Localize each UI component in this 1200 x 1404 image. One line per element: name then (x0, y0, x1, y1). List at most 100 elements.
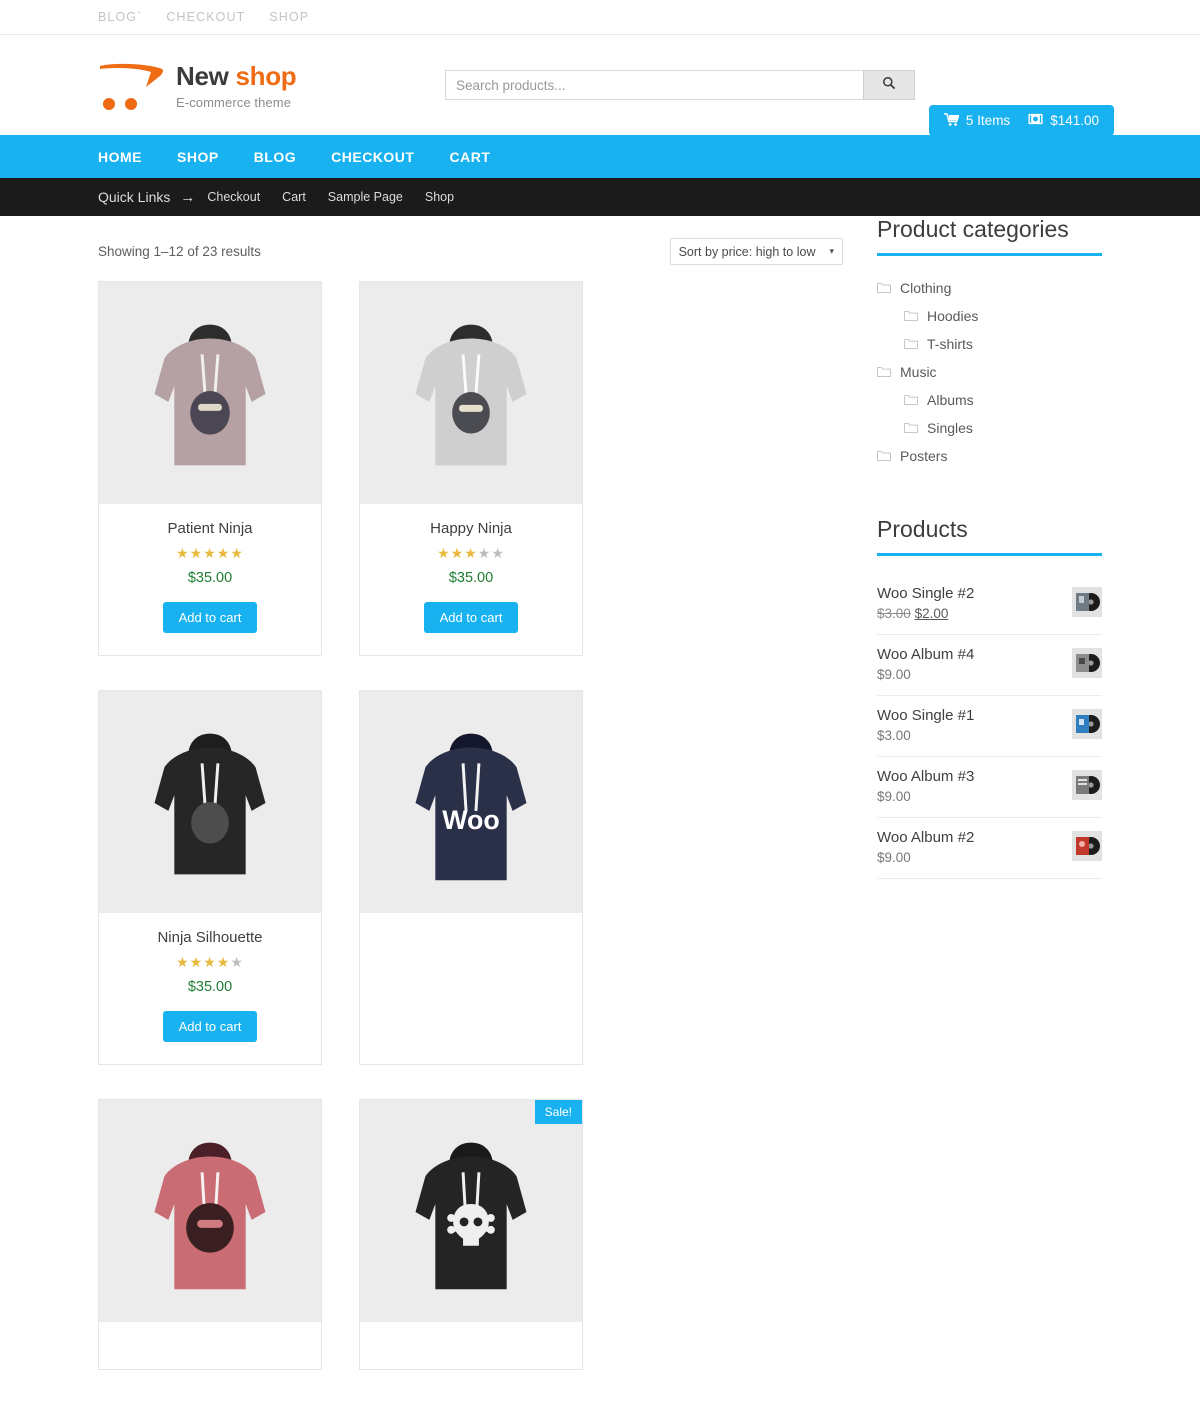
sidebar-item-posters[interactable]: Posters (877, 442, 1102, 470)
folder-icon (904, 392, 918, 408)
logo-title: New shop (176, 61, 297, 91)
sidebar-item-tshirts[interactable]: T-shirts (877, 330, 1102, 358)
topbar-link-shop[interactable]: SHOP (269, 10, 309, 24)
product-card[interactable]: Sale! (359, 1099, 583, 1370)
product-price: $9.00 (877, 667, 911, 682)
cart-items-label: 5 Items (965, 113, 1011, 128)
sidebar-item-singles[interactable]: Singles (877, 414, 1102, 442)
sidebar-item-label: Posters (900, 448, 948, 464)
search-icon (882, 76, 896, 95)
product-card-body: Patient Ninja ★★★★★ $35.00 Add to cart (99, 504, 321, 655)
status-badge: Sale! (534, 1100, 582, 1124)
add-to-cart-button[interactable]: Add to cart (162, 1011, 258, 1042)
product-categories-widget: Product categories Clothing Hoodies T-sh… (877, 216, 1102, 470)
product-grid: Patient Ninja ★★★★★ $35.00 Add to cart H… (98, 281, 843, 1404)
product-price: $9.00 (877, 789, 911, 804)
product-title[interactable]: Happy Ninja (370, 520, 572, 537)
product-price: $35.00 (448, 570, 494, 586)
sidebar-item-albums[interactable]: Albums (877, 386, 1102, 414)
product-card[interactable]: Ninja Silhouette ★★★★★ $35.00 Add to car… (98, 690, 322, 1065)
product-card[interactable]: Woo (359, 690, 583, 1065)
product-image[interactable] (99, 1100, 321, 1322)
regular-price: $3.00 (877, 606, 911, 621)
product-title[interactable]: Patient Ninja (109, 520, 311, 537)
product-card-body (360, 913, 582, 960)
money-icon (1028, 113, 1043, 128)
list-item[interactable]: Woo Album #3 $9.00 (877, 757, 1102, 818)
logo-tagline: E-commerce theme (176, 95, 292, 110)
sidebar-item-clothing[interactable]: Clothing (877, 274, 1102, 302)
nav-item-cart[interactable]: CART (449, 149, 490, 165)
widget-title: Products (877, 516, 968, 542)
product-listing: Showing 1–12 of 23 results Sort by price… (98, 216, 843, 1404)
product-image[interactable] (99, 691, 321, 913)
sidebar-item-label: Albums (927, 392, 974, 408)
product-card[interactable] (98, 1099, 322, 1370)
product-card[interactable]: Happy Ninja ★★★★★ $35.00 Add to cart (359, 281, 583, 656)
star-rating: ★★★★★ (176, 954, 244, 970)
folder-icon (877, 364, 891, 380)
product-thumbnail (1072, 770, 1102, 800)
list-item[interactable]: Woo Album #4 $9.00 (877, 635, 1102, 696)
quick-link-sample-page[interactable]: Sample Page (328, 190, 403, 204)
site-logo[interactable]: New shop E-commerce theme (98, 58, 443, 112)
star-rating: ★★★★★ (437, 545, 505, 561)
primary-navigation: HOME SHOP BLOG CHECKOUT CART (0, 135, 1200, 178)
folder-icon (877, 448, 891, 464)
page-content: Showing 1–12 of 23 results Sort by price… (0, 216, 1200, 1404)
nav-item-home[interactable]: HOME (98, 149, 142, 165)
product-price: $35.00 (187, 979, 233, 995)
widget-title: Product categories (877, 216, 1069, 242)
product-thumbnail (1072, 648, 1102, 678)
topbar-link-checkout[interactable]: CHECKOUT (166, 10, 245, 24)
add-to-cart-button[interactable]: Add to cart (423, 602, 519, 633)
product-name: Woo Single #1 (877, 707, 975, 724)
product-card-body: Ninja Silhouette ★★★★★ $35.00 Add to car… (99, 913, 321, 1064)
nav-item-blog[interactable]: BLOG (254, 149, 296, 165)
product-image[interactable] (99, 282, 321, 504)
top-utility-bar: BLOG` CHECKOUT SHOP (0, 0, 1200, 35)
folder-icon (904, 308, 918, 324)
product-card-body (99, 1322, 321, 1369)
product-name: Woo Single #2 (877, 585, 975, 602)
nav-item-shop[interactable]: SHOP (177, 149, 219, 165)
search-input[interactable] (445, 70, 863, 100)
product-image[interactable] (360, 1100, 582, 1322)
product-image[interactable]: Woo (360, 691, 582, 913)
product-title[interactable]: Ninja Silhouette (109, 929, 311, 946)
sale-price: $2.00 (914, 606, 949, 621)
list-item[interactable]: Woo Single #1 $3.00 (877, 696, 1102, 757)
sidebar-item-music[interactable]: Music (877, 358, 1102, 386)
sort-select-value: Sort by price: high to low (678, 244, 816, 259)
logo-title-accent: shop (235, 61, 297, 91)
svg-text:Woo: Woo (442, 805, 499, 835)
quick-link-shop[interactable]: Shop (425, 190, 454, 204)
list-item[interactable]: Woo Single #2 $3.00 $2.00 (877, 574, 1102, 635)
shopping-cart-icon (943, 112, 960, 129)
chevron-down-icon: ▾ (829, 246, 834, 256)
star-rating: ★★★★★ (176, 545, 244, 561)
sidebar-item-hoodies[interactable]: Hoodies (877, 302, 1102, 330)
product-thumbnail (1072, 709, 1102, 739)
product-image[interactable] (360, 282, 582, 504)
logo-title-primary: New (176, 61, 236, 91)
product-thumbnail (1072, 831, 1102, 861)
search-button[interactable] (863, 70, 915, 100)
sidebar-item-label: Hoodies (927, 308, 979, 324)
quick-links-label: Quick Links (98, 189, 171, 205)
list-item[interactable]: Woo Album #2 $9.00 (877, 818, 1102, 879)
cart-summary-button[interactable]: 5 Items $141.00 (928, 105, 1114, 136)
product-card-body: Happy Ninja ★★★★★ $35.00 Add to cart (360, 504, 582, 655)
listing-toolbar: Showing 1–12 of 23 results Sort by price… (98, 216, 843, 281)
quick-link-checkout[interactable]: Checkout (207, 190, 260, 204)
product-card[interactable]: Patient Ninja ★★★★★ $35.00 Add to cart (98, 281, 322, 656)
sidebar: Product categories Clothing Hoodies T-sh… (877, 216, 1102, 1404)
topbar-link-blog[interactable]: BLOG` (98, 10, 142, 24)
product-search-form (445, 70, 915, 100)
nav-item-checkout[interactable]: CHECKOUT (331, 149, 414, 165)
sort-select[interactable]: Sort by price: high to low ▾ (669, 238, 843, 265)
add-to-cart-button[interactable]: Add to cart (162, 602, 258, 633)
quick-link-cart[interactable]: Cart (282, 190, 306, 204)
widget-divider (877, 253, 1102, 256)
arrow-right-icon: → (180, 188, 196, 206)
